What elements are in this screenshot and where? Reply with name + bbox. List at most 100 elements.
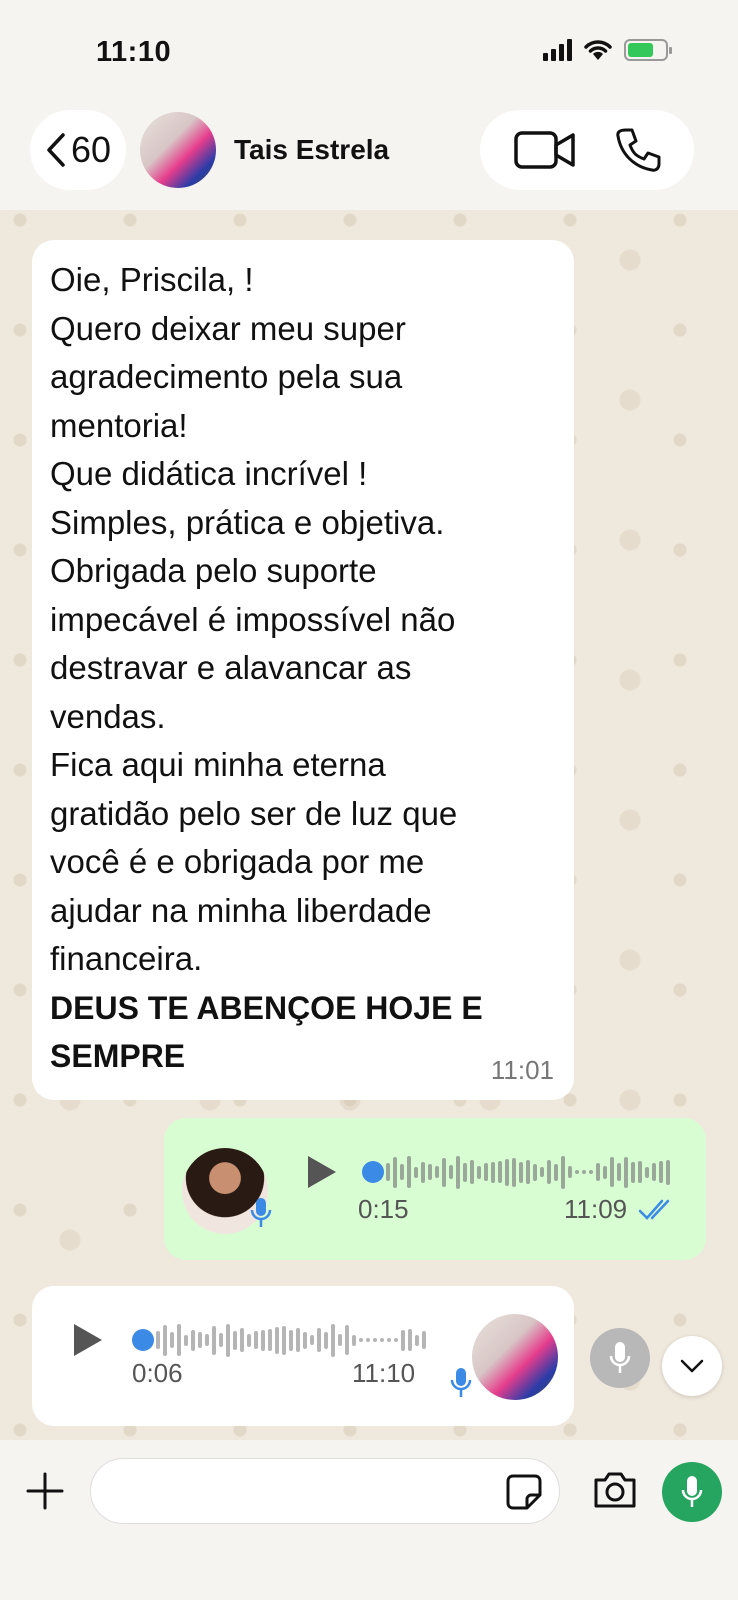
waveform-bar [512, 1157, 516, 1187]
waveform-bar [666, 1159, 670, 1185]
waveform-bar [645, 1166, 649, 1178]
plus-icon[interactable] [24, 1470, 66, 1512]
message-line: Obrigada pelo suporte [50, 552, 377, 589]
waveform-bar [568, 1166, 572, 1178]
unread-count: 60 [70, 129, 112, 170]
waveform-bar [247, 1333, 251, 1347]
contact-avatar[interactable] [140, 112, 216, 188]
waveform-bar [554, 1163, 558, 1181]
waveform-bar [303, 1331, 307, 1349]
waveform-bar [219, 1333, 223, 1347]
message-line: Fica aqui minha eterna [50, 746, 386, 783]
phone-icon[interactable] [614, 126, 662, 174]
chat-header: 60 Tais Estrela [0, 100, 738, 210]
scroll-down-button[interactable] [662, 1336, 722, 1396]
message-line: você é e obrigada por me [50, 843, 425, 880]
message-input[interactable] [90, 1458, 560, 1524]
waveform-bar [352, 1334, 356, 1346]
waveform-bar [184, 1334, 188, 1346]
waveform-bar [205, 1334, 209, 1346]
waveform-bar [421, 1161, 425, 1183]
message-line: Que didática incrível ! [50, 455, 368, 492]
message-time: 11:01 [490, 1055, 554, 1085]
waveform-bar [394, 1338, 398, 1342]
waveform-bar [449, 1165, 453, 1179]
message-time: 11:09 [564, 1194, 628, 1224]
waveform-bar [296, 1328, 300, 1352]
waveform-bar [282, 1325, 286, 1355]
waveform-bar [561, 1155, 565, 1189]
call-actions [480, 110, 694, 190]
camera-icon[interactable] [592, 1470, 638, 1510]
waveform-bar [610, 1157, 614, 1187]
message-time: 11:10 [352, 1358, 416, 1388]
waveform-bar [310, 1335, 314, 1345]
waveform-bar [338, 1334, 342, 1346]
waveform-bar [463, 1162, 467, 1182]
waveform-bar [624, 1156, 628, 1188]
message-line: Oie, Priscila, ! [50, 261, 254, 298]
back-button[interactable]: 60 [30, 110, 126, 190]
microphone-icon [450, 1368, 472, 1397]
message-line: vendas. [50, 697, 166, 735]
message-text: Oie, Priscila, ! Quero deixar meu super ag… [50, 256, 556, 1081]
incoming-voice-message[interactable]: 0:06 11:10 [32, 1286, 574, 1426]
waveform-bar [533, 1163, 537, 1181]
video-camera-icon[interactable] [513, 128, 577, 172]
waveform-bar [407, 1156, 411, 1188]
waveform-bar [212, 1325, 216, 1355]
signal-icon [543, 39, 572, 61]
record-voice-button[interactable] [590, 1328, 650, 1388]
contact-name[interactable]: Tais Estrela [234, 134, 389, 166]
message-input-bar [0, 1440, 738, 1600]
avatar [472, 1314, 558, 1400]
outgoing-voice-message[interactable]: 0:15 11:09 [164, 1118, 706, 1260]
waveform-bar [617, 1163, 621, 1181]
play-icon[interactable] [74, 1324, 102, 1356]
waveform-bar [498, 1161, 502, 1183]
waveform-bar [519, 1161, 523, 1183]
playback-scrubber[interactable] [132, 1329, 154, 1351]
waveform-bar [156, 1331, 160, 1349]
message-line: Simples, prática e objetiva. [50, 503, 445, 541]
voice-duration: 0:06 [132, 1358, 183, 1388]
waveform-bar [373, 1338, 377, 1342]
message-line: ajudar na minha liberdade [50, 891, 432, 929]
waveform-bar [414, 1166, 418, 1178]
waveform-bar [422, 1331, 426, 1349]
waveform-bar [401, 1329, 405, 1351]
wifi-icon [584, 40, 612, 60]
chevron-left-icon [47, 133, 65, 167]
play-icon[interactable] [308, 1156, 336, 1188]
waveform-bar [435, 1166, 439, 1178]
waveform-bar [226, 1323, 230, 1357]
waveform-bar [596, 1163, 600, 1181]
waveform-bar [540, 1167, 544, 1177]
waveform-bar [359, 1338, 363, 1342]
voice-duration: 0:15 [358, 1194, 409, 1224]
microphone-icon [681, 1476, 703, 1507]
waveform-bar [631, 1161, 635, 1183]
waveform-bar [170, 1332, 174, 1348]
waveform-bar [386, 1163, 390, 1181]
waveform-bar [380, 1338, 384, 1342]
waveform-bar [526, 1160, 530, 1184]
waveform-bar [240, 1328, 244, 1352]
voice-record-button[interactable] [662, 1462, 722, 1522]
message-line: impecável é impossível não [50, 600, 456, 638]
playback-scrubber[interactable] [362, 1161, 384, 1183]
waveform-bar [387, 1338, 391, 1342]
double-check-icon [638, 1199, 670, 1220]
waveform-bar [456, 1155, 460, 1189]
waveform-bar [177, 1324, 181, 1356]
waveform-bar [400, 1164, 404, 1180]
sticker-icon[interactable] [505, 1473, 543, 1511]
incoming-message-bubble[interactable]: Oie, Priscila, ! Quero deixar meu super ag… [32, 240, 574, 1100]
waveform-bar [254, 1331, 258, 1349]
message-line: gratidão pelo ser de luz que [50, 794, 458, 832]
waveform-bar [659, 1161, 663, 1183]
microphone-icon [250, 1198, 272, 1227]
waveform-bar [575, 1170, 579, 1174]
waveform-bar [289, 1329, 293, 1351]
waveform-bar [345, 1325, 349, 1355]
